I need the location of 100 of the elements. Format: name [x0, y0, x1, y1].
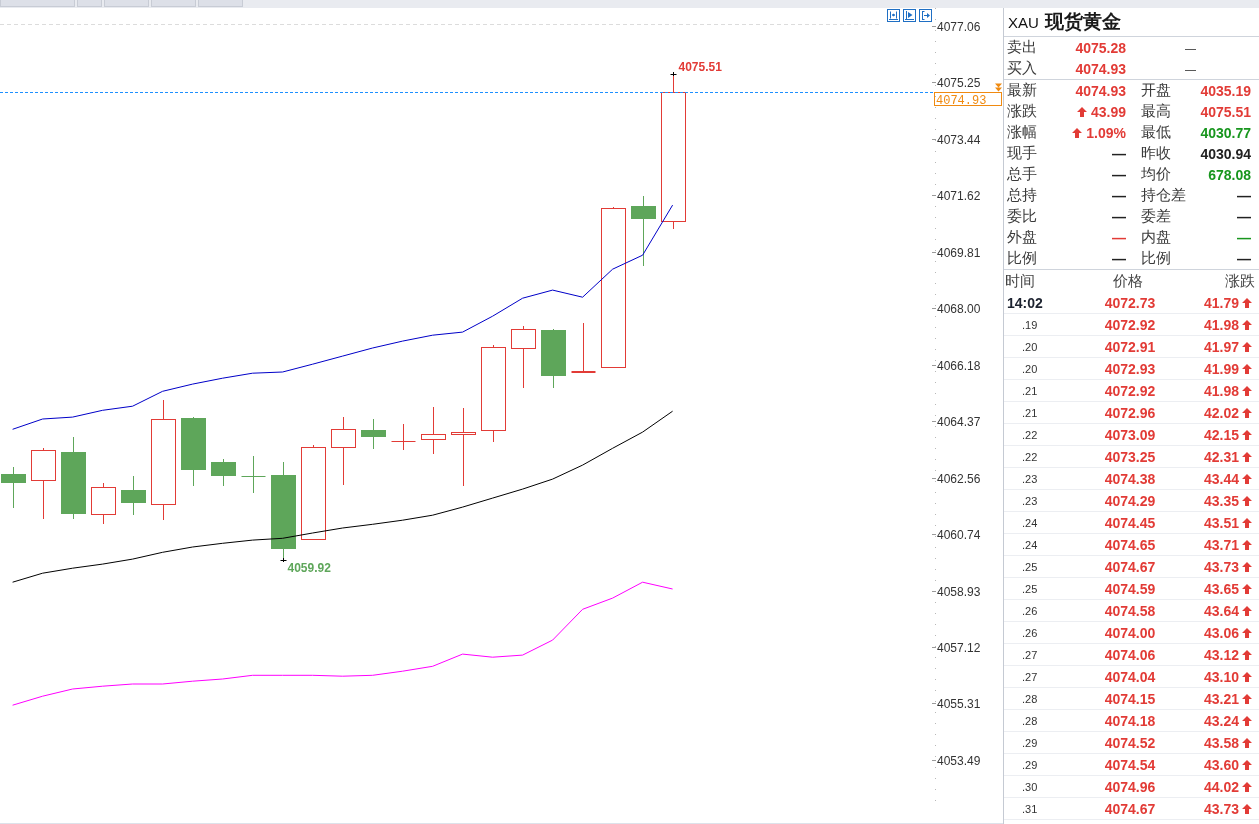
tick-price: 4074.96: [1103, 778, 1157, 795]
axis-label: 4064.37: [937, 415, 981, 429]
tick-time: .26: [1021, 626, 1039, 639]
quote-value: 4075.28: [1074, 39, 1126, 56]
tick-change: 43.73: [1203, 800, 1239, 817]
tick-change: 43.60: [1203, 756, 1239, 773]
tick-change: 43.12: [1203, 646, 1239, 663]
quote-label: 均价: [1140, 165, 1172, 184]
tick-price: 4074.15: [1103, 690, 1157, 707]
axis-label: 4075.25: [937, 76, 981, 90]
tick-change: 44.02: [1203, 778, 1239, 795]
axis-label: 4077.06: [937, 20, 981, 34]
tick-price: 4072.73: [1103, 294, 1157, 311]
tick-change: 43.73: [1203, 558, 1239, 575]
tick-price: 4074.04: [1103, 668, 1157, 685]
tick-change: 43.10: [1203, 668, 1239, 685]
symbol-code: XAU: [1008, 13, 1039, 31]
toolbar-button[interactable]: [151, 0, 196, 7]
play-triangle-icon[interactable]: [903, 9, 916, 22]
tick-time: .24: [1021, 538, 1039, 551]
quote-label: 最新: [1007, 81, 1038, 100]
quote-label: 昨收: [1140, 144, 1172, 163]
tick-time: .28: [1021, 692, 1039, 705]
quote-value: —: [1112, 208, 1126, 225]
axis-label: 4053.49: [937, 754, 981, 768]
tick-price: 4074.54: [1103, 756, 1157, 773]
tick-price: 4074.59: [1103, 580, 1157, 597]
toolbar-button[interactable]: [0, 0, 75, 7]
tick-price: 4074.67: [1103, 800, 1157, 817]
toolbar-button[interactable]: [104, 0, 149, 7]
tick-price: 4074.52: [1103, 734, 1157, 751]
tick-time: .29: [1021, 758, 1039, 771]
tick-change: 41.79: [1203, 294, 1239, 311]
quote-label: 最低: [1140, 123, 1172, 142]
tick-change: 43.21: [1203, 690, 1239, 707]
tick-time: .31: [1021, 802, 1039, 815]
tick-change: 43.58: [1203, 734, 1239, 751]
quote-value: —: [1237, 250, 1251, 267]
tick-change: 43.65: [1203, 580, 1239, 597]
toolbar-button[interactable]: [77, 0, 102, 7]
bars-arrows-icon[interactable]: [887, 9, 900, 22]
quote-label: 外盘: [1007, 228, 1038, 247]
column-header: 涨跌: [1224, 271, 1255, 291]
tick-change: 41.99: [1203, 360, 1239, 377]
quote-label: 现手: [1007, 144, 1038, 163]
tick-price: 4073.25: [1103, 448, 1157, 465]
ref-line-label: 4074.93: [936, 93, 987, 108]
tick-change: 42.15: [1203, 426, 1239, 443]
tick-change: 43.44: [1203, 470, 1239, 487]
quote-value: 1.09%: [1086, 124, 1126, 141]
tick-price: 4074.38: [1103, 470, 1157, 487]
tick-price: 4074.45: [1103, 514, 1157, 531]
quote-value: —: [1184, 62, 1196, 75]
tick-price: 4074.06: [1103, 646, 1157, 663]
quote-label: 开盘: [1140, 81, 1172, 100]
tick-time: .28: [1021, 714, 1039, 727]
tick-time: .24: [1021, 516, 1039, 529]
tick-time: .27: [1021, 670, 1039, 683]
tick-price: 4072.93: [1103, 360, 1157, 377]
quote-label: 内盘: [1140, 228, 1172, 247]
quote-value: 43.99: [1090, 103, 1126, 120]
quote-value: —: [1237, 187, 1251, 204]
tick-price: 4072.96: [1103, 404, 1157, 421]
tick-price: 4074.29: [1103, 492, 1157, 509]
tick-price: 4074.00: [1103, 624, 1157, 641]
quote-value: —: [1112, 145, 1126, 162]
quote-label: 总手: [1007, 165, 1038, 184]
tick-price: 4074.58: [1103, 602, 1157, 619]
tick-price: 4072.92: [1103, 382, 1157, 399]
tick-change: 42.02: [1203, 404, 1239, 421]
axis-label: 4060.74: [937, 528, 981, 542]
tick-time: .20: [1021, 340, 1039, 353]
quote-value: —: [1112, 229, 1126, 246]
quote-value: 678.08: [1208, 166, 1251, 183]
quote-label: 最高: [1140, 102, 1172, 121]
tick-change: 43.35: [1203, 492, 1239, 509]
tick-time: .25: [1021, 582, 1039, 595]
quote-label: 涨幅: [1007, 123, 1038, 142]
quote-label: 总持: [1007, 186, 1038, 205]
axis-label: 4058.93: [937, 585, 981, 599]
tick-change: 42.31: [1203, 448, 1239, 465]
tick-time: .30: [1021, 780, 1039, 793]
tick-time: .23: [1021, 494, 1039, 507]
bracket-arrow-icon[interactable]: [919, 9, 932, 22]
cross-marker-icon: [280, 557, 287, 563]
tick-price: 4073.09: [1103, 426, 1157, 443]
quote-value: —: [1112, 250, 1126, 267]
tick-time: .21: [1021, 406, 1039, 419]
tick-price: 4074.65: [1103, 536, 1157, 553]
tick-change: 41.98: [1203, 382, 1239, 399]
quote-value: 4074.93: [1074, 60, 1126, 77]
tick-time: .22: [1021, 428, 1039, 441]
tick-change: 43.64: [1203, 602, 1239, 619]
quote-label: 委比: [1007, 207, 1038, 226]
tick-time: .21: [1021, 384, 1039, 397]
tick-time: .27: [1021, 648, 1039, 661]
current-price-label: 4074.93: [934, 92, 1002, 108]
quote-value: —: [1112, 187, 1126, 204]
tick-price: 4072.91: [1103, 338, 1157, 355]
toolbar-button[interactable]: [198, 0, 243, 7]
